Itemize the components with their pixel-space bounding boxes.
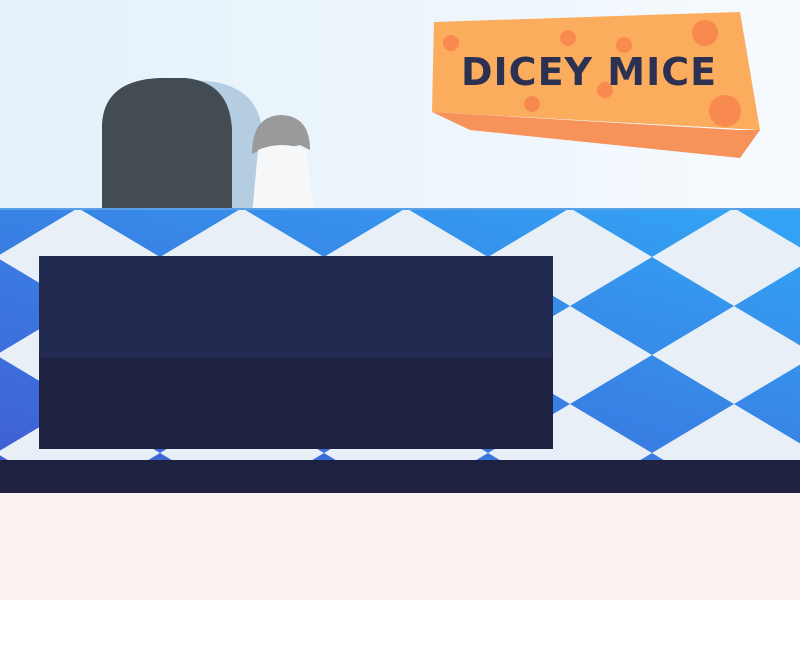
logo-cheese-hole xyxy=(692,20,718,46)
game-panel xyxy=(39,256,553,449)
logo-cheese-hole xyxy=(560,30,576,46)
game-panel-header xyxy=(39,256,553,358)
footer-bar xyxy=(0,460,800,493)
content-area xyxy=(0,493,800,600)
game-title: DICEY MICE xyxy=(461,50,717,94)
page-bottom xyxy=(0,600,800,660)
game-panel-body xyxy=(39,358,553,449)
game-scene: DICEY MICE xyxy=(0,0,800,660)
mouse-icon xyxy=(252,145,315,208)
logo-cheese-hole xyxy=(443,35,459,51)
logo-cheese-hole xyxy=(709,95,741,127)
logo-cheese-hole xyxy=(524,96,540,112)
game-logo: DICEY MICE xyxy=(432,12,760,158)
mouse-hole-icon xyxy=(102,78,232,208)
